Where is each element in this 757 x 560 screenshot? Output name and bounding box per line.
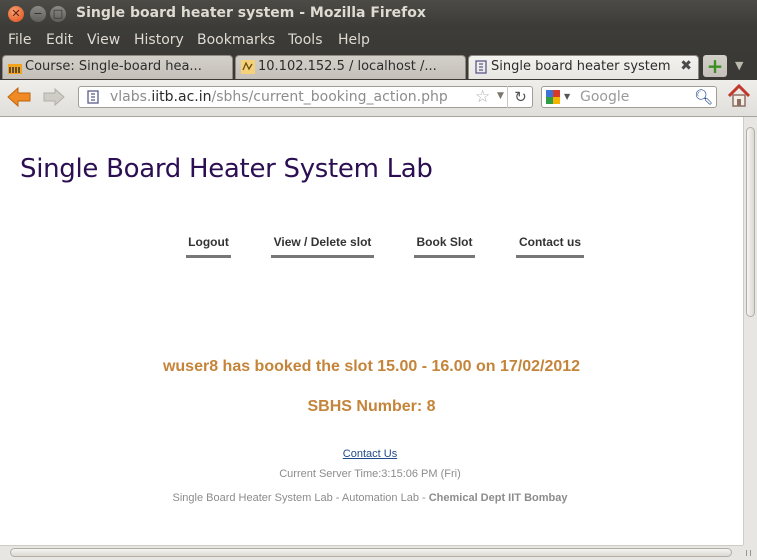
window-titlebar: ✕ − □ Single board heater system - Mozil… bbox=[0, 0, 757, 29]
tab-course[interactable]: Course: Single-board hea... bbox=[2, 55, 233, 79]
minimize-window-icon[interactable]: − bbox=[30, 6, 46, 22]
home-icon[interactable] bbox=[726, 83, 752, 109]
book-slot-link[interactable]: Book Slot bbox=[414, 235, 475, 258]
forward-arrow-icon[interactable] bbox=[42, 87, 66, 107]
menu-bookmarks[interactable]: Bookmarks bbox=[197, 32, 275, 48]
horizontal-scroll-thumb[interactable] bbox=[10, 548, 732, 557]
navigation-toolbar: vlabs.iitb.ac.in/sbhs/current_booking_ac… bbox=[0, 80, 757, 117]
logout-link[interactable]: Logout bbox=[186, 235, 231, 258]
tab-label: Course: Single-board hea... bbox=[25, 59, 202, 74]
vertical-scrollbar[interactable] bbox=[743, 117, 757, 545]
google-engine-icon[interactable] bbox=[546, 90, 560, 104]
search-bar[interactable]: ▼ Google 🔍︎ bbox=[541, 86, 717, 108]
contact-us-nav-link[interactable]: Contact us bbox=[516, 235, 584, 258]
url-text: vlabs.iitb.ac.in/sbhs/current_booking_ac… bbox=[110, 89, 448, 105]
tab-list-icon[interactable]: ▼ bbox=[735, 59, 743, 72]
search-input[interactable]: Google bbox=[580, 89, 629, 105]
resize-grip-icon bbox=[746, 550, 751, 556]
menu-tools[interactable]: Tools bbox=[288, 32, 323, 48]
search-engine-dropdown-icon[interactable]: ▼ bbox=[564, 92, 570, 101]
menu-view[interactable]: View bbox=[87, 32, 120, 48]
reload-icon[interactable]: ↻ bbox=[507, 86, 533, 108]
footer-credits: Single Board Heater System Lab - Automat… bbox=[0, 492, 740, 504]
server-time: Current Server Time:3:15:06 PM (Fri) bbox=[279, 468, 461, 480]
back-arrow-icon[interactable] bbox=[6, 86, 32, 108]
footer-contact-link[interactable]: Contact Us bbox=[0, 448, 740, 460]
tab-phpmyadmin[interactable]: 10.102.152.5 / localhost /... bbox=[235, 55, 466, 79]
footer-text: Single Board Heater System Lab - Automat… bbox=[172, 492, 429, 504]
sbhs-number: SBHS Number: 8 bbox=[307, 398, 436, 415]
search-icon[interactable]: 🔍︎ bbox=[694, 88, 713, 106]
menu-help[interactable]: Help bbox=[338, 32, 370, 48]
tab-bar: Course: Single-board hea... 10.102.152.5… bbox=[0, 53, 757, 80]
url-domain-prefix: vlabs. bbox=[110, 89, 152, 105]
view-delete-slot-link[interactable]: View / Delete slot bbox=[271, 235, 374, 258]
moodle-icon bbox=[8, 64, 22, 74]
booking-confirmation-message: wuser8 has booked the slot 15.00 - 16.00… bbox=[162, 358, 581, 375]
menu-edit[interactable]: Edit bbox=[46, 32, 73, 48]
resize-grip[interactable] bbox=[743, 545, 757, 560]
menu-file[interactable]: File bbox=[8, 32, 31, 48]
page-title: Single Board Heater System Lab bbox=[20, 154, 433, 184]
page-content: Single Board Heater System Lab Logout Vi… bbox=[0, 117, 743, 545]
new-tab-icon[interactable]: + bbox=[703, 55, 727, 77]
site-icon bbox=[475, 60, 487, 74]
url-bar[interactable]: vlabs.iitb.ac.in/sbhs/current_booking_ac… bbox=[78, 86, 533, 108]
horizontal-scrollbar[interactable] bbox=[0, 545, 743, 560]
tab-heater-system[interactable]: Single board heater system ✖ bbox=[468, 55, 699, 79]
footer-institution: Chemical Dept IIT Bombay bbox=[428, 492, 568, 504]
url-path: /sbhs/current_booking_action.php bbox=[211, 89, 448, 105]
window-title: Single board heater system - Mozilla Fir… bbox=[76, 5, 426, 21]
menu-history[interactable]: History bbox=[134, 32, 184, 48]
url-domain: iitb.ac.in bbox=[151, 89, 212, 105]
bookmark-star-icon[interactable]: ☆ bbox=[475, 87, 490, 107]
vertical-scroll-thumb[interactable] bbox=[746, 127, 755, 317]
tab-label: Single board heater system bbox=[491, 59, 671, 74]
url-history-dropdown-icon[interactable]: ▼ bbox=[497, 91, 504, 101]
phpmyadmin-icon bbox=[241, 60, 255, 74]
site-identity-icon[interactable] bbox=[86, 90, 100, 104]
maximize-window-icon[interactable]: □ bbox=[50, 6, 66, 22]
tab-label: 10.102.152.5 / localhost /... bbox=[258, 59, 437, 74]
close-tab-icon[interactable]: ✖ bbox=[680, 58, 692, 74]
close-window-icon[interactable]: ✕ bbox=[8, 6, 24, 22]
menu-bar: File Edit View History Bookmarks Tools H… bbox=[0, 29, 757, 53]
